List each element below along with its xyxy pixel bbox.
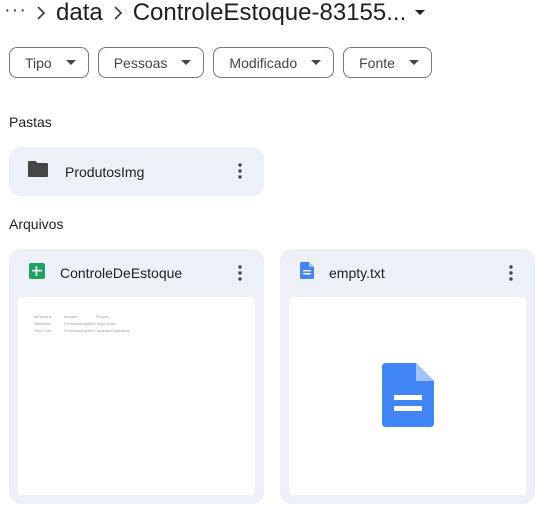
filter-modified-chip[interactable]: Modificado xyxy=(213,47,335,78)
filter-people-chip[interactable]: Pessoas xyxy=(97,47,205,78)
file-name: ControleDeEstoque xyxy=(60,265,183,281)
preview-row: f4a65dda ProdutosImg/f843 Imgs Kuas xyxy=(34,320,162,327)
filter-type-label: Tipo xyxy=(25,54,52,71)
chevron-right-icon xyxy=(103,0,133,26)
file-card-sheet[interactable]: ControleDeEstoque idEstoque imagem Preço… xyxy=(9,249,264,504)
folder-name: ProdutosImg xyxy=(65,163,145,180)
preview-cell: ProdutosImg/9cc Canetas/Cadeados xyxy=(64,328,130,333)
preview-cell: Preços xyxy=(96,314,109,319)
google-docs-icon xyxy=(300,262,314,284)
chevron-right-icon xyxy=(26,0,56,26)
filter-source-label: Fonte xyxy=(359,54,395,71)
preview-cell: imagem xyxy=(64,314,79,319)
file-card-header: empty.txt xyxy=(280,249,535,297)
preview-cell: f4a65dda xyxy=(34,321,51,326)
preview-cell: idEstoque xyxy=(34,314,52,319)
section-title-files: Arquivos xyxy=(9,216,64,232)
preview-cell: ProdutosImg/f843 Imgs Kuas xyxy=(64,321,116,326)
google-docs-icon xyxy=(382,363,434,432)
file-card-header: ControleDeEstoque xyxy=(9,249,264,297)
filter-people-label: Pessoas xyxy=(113,54,168,71)
more-actions-icon[interactable] xyxy=(228,159,252,183)
caret-down-icon[interactable] xyxy=(406,0,434,26)
filter-type-chip[interactable]: Tipo xyxy=(9,47,89,78)
breadcrumb-more-button[interactable]: ··· xyxy=(0,0,26,20)
filter-bar: Tipo Pessoas Modificado Fonte xyxy=(9,47,432,78)
file-name: empty.txt xyxy=(329,265,385,281)
caret-down-icon xyxy=(311,59,322,65)
caret-down-icon xyxy=(65,59,76,65)
filter-modified-label: Modificado xyxy=(229,54,298,71)
file-thumbnail: idEstoque imagem Preços f4a65dda Produto… xyxy=(18,297,255,495)
more-actions-icon[interactable] xyxy=(499,261,523,285)
folder-icon xyxy=(27,160,49,183)
google-sheets-icon xyxy=(29,262,45,284)
filter-source-chip[interactable]: Fonte xyxy=(343,47,432,78)
breadcrumb: ··· data ControleEstoque-83155... xyxy=(0,0,434,26)
breadcrumb-item-data[interactable]: data xyxy=(56,0,103,26)
file-thumbnail xyxy=(289,297,526,495)
breadcrumb-current-folder[interactable]: ControleEstoque-83155... xyxy=(133,0,407,26)
preview-row: idEstoque imagem Preços xyxy=(34,313,162,320)
preview-cell: 93cc734b xyxy=(34,328,52,333)
preview-row: 93cc734b ProdutosImg/9cc Canetas/Cadeado… xyxy=(34,327,162,334)
caret-down-icon xyxy=(181,59,192,65)
folder-card[interactable]: ProdutosImg xyxy=(9,147,264,196)
caret-down-icon xyxy=(408,59,419,65)
section-title-folders: Pastas xyxy=(9,114,52,130)
more-actions-icon[interactable] xyxy=(228,261,252,285)
spreadsheet-preview: idEstoque imagem Preços f4a65dda Produto… xyxy=(34,313,162,353)
file-card-doc[interactable]: empty.txt xyxy=(280,249,535,504)
